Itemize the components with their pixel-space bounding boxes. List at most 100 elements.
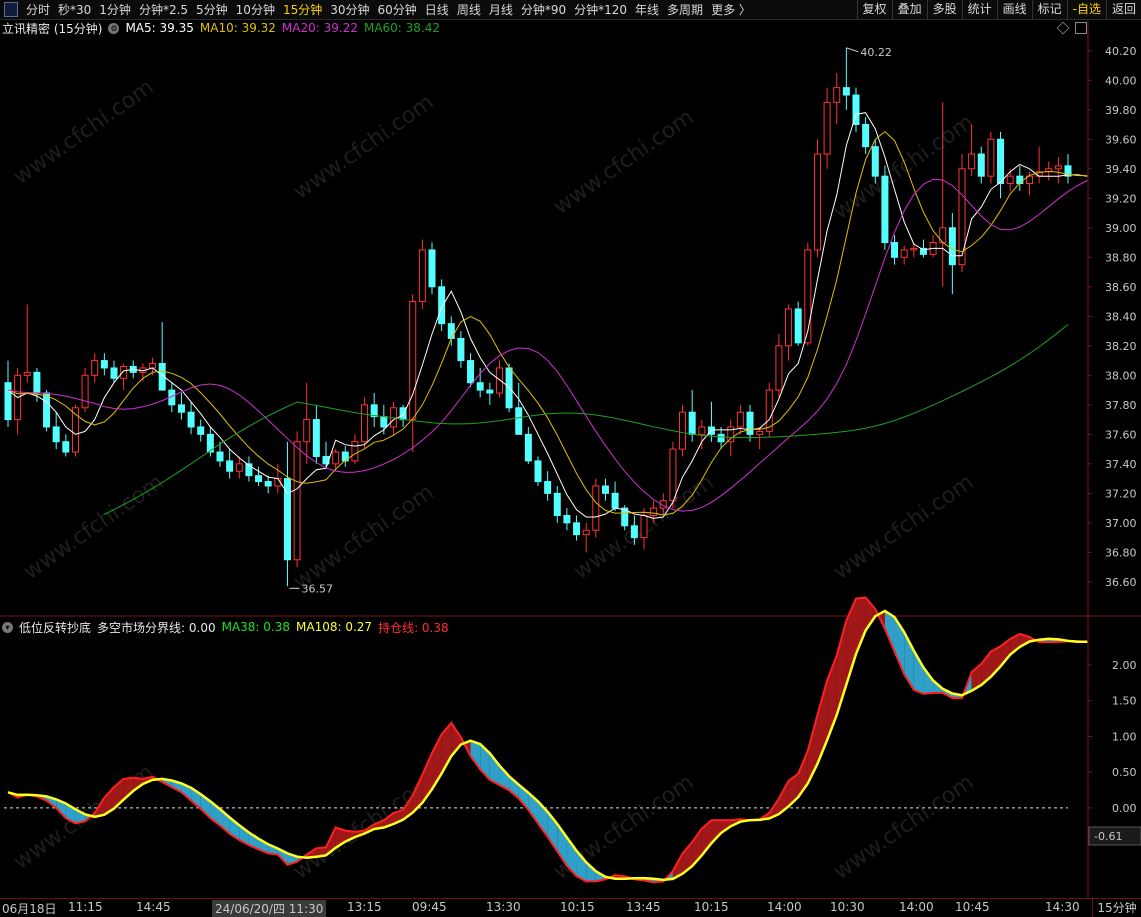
candle-up — [1006, 175, 1014, 185]
candle-up — [149, 363, 157, 369]
candle-down — [380, 416, 388, 428]
candle-up — [1054, 165, 1062, 170]
maximize-icon[interactable] — [1075, 22, 1087, 34]
candle-down — [573, 522, 581, 536]
candle-down — [438, 286, 446, 325]
price-label: 40.00 — [1105, 74, 1137, 87]
candle-down — [977, 153, 985, 177]
candle-up — [418, 249, 426, 303]
time-label: 10:30 — [830, 900, 865, 914]
candle-up — [91, 360, 99, 376]
hold-line — [7, 596, 1088, 884]
candle-down — [553, 492, 561, 516]
candle-up — [361, 404, 369, 443]
dk-line-value: 多空市场分界线: 0.00 — [97, 620, 216, 635]
candle-down — [62, 441, 70, 453]
price-label: 39.60 — [1105, 133, 1137, 146]
candle-up — [235, 463, 243, 472]
time-label: 09:45 — [412, 900, 447, 914]
price-label: 37.00 — [1105, 517, 1137, 530]
candle-down — [187, 411, 195, 428]
price-label: 37.60 — [1105, 428, 1137, 441]
candle-down — [255, 475, 263, 483]
candle-down — [997, 138, 1005, 185]
ma20-line — [7, 178, 1088, 512]
candle-down — [52, 426, 60, 443]
candle-down — [447, 323, 455, 339]
chevron-down-icon[interactable]: ▾ — [2, 621, 13, 633]
candle-up — [833, 87, 841, 103]
price-label: 38.80 — [1105, 251, 1137, 264]
candle-down — [524, 433, 532, 462]
candle-up — [698, 426, 706, 435]
candle-down — [226, 460, 234, 472]
candle-down — [100, 360, 108, 369]
candle-up — [785, 308, 793, 347]
stock-title[interactable]: 立讯精密 (15分钟) — [2, 20, 102, 37]
candle-down — [717, 433, 725, 443]
candle-down — [534, 460, 542, 483]
price-label: 36.60 — [1105, 576, 1137, 589]
price-label: 37.40 — [1105, 458, 1137, 471]
candle-up — [756, 430, 764, 435]
watermark: www.cfchi.com — [829, 770, 978, 885]
candle-down — [177, 404, 185, 413]
candle-up — [679, 411, 687, 450]
kline-chart[interactable]: 40.20 40.00 39.80 39.60 39.40 39.20 39.00 38.80… — [0, 0, 1141, 916]
indicator-label: 1.00 — [1112, 730, 1137, 743]
time-label: 06月18日 — [2, 902, 57, 916]
watermark: www.cfchi.com — [829, 470, 978, 585]
price-label: 38.60 — [1105, 281, 1137, 294]
ma10-line — [7, 130, 1088, 516]
indicator-blue-area — [470, 740, 481, 770]
candle-up — [813, 153, 821, 251]
price-label: 36.80 — [1105, 546, 1137, 559]
watermark: www.cfchi.com — [9, 75, 158, 190]
ma5-line — [7, 112, 1088, 519]
price-label: 39.40 — [1105, 163, 1137, 176]
candle-up — [987, 138, 995, 177]
time-label: 14:30 — [1045, 900, 1080, 914]
ma108-value: MA108: 0.27 — [296, 620, 373, 634]
price-label: 38.40 — [1105, 310, 1137, 323]
settings-circle-icon[interactable]: ⚙ — [108, 22, 120, 34]
candle-up — [775, 345, 783, 391]
candle-down — [563, 514, 571, 524]
price-label: 37.20 — [1105, 487, 1137, 500]
candle-down — [476, 382, 484, 391]
candle-up — [120, 365, 128, 379]
candle-up — [409, 301, 417, 421]
candle-down — [428, 249, 436, 288]
ma60-value: MA60: 38.42 — [363, 21, 441, 35]
ma38-value: MA38: 0.38 — [221, 620, 291, 634]
indicator-label: 0.00 — [1112, 802, 1137, 815]
high-arrow — [846, 47, 859, 53]
diamond-icon[interactable] — [1056, 21, 1070, 35]
candle-down — [842, 87, 850, 96]
candle-up — [582, 529, 590, 536]
price-label: 37.80 — [1105, 399, 1137, 412]
candle-down — [611, 492, 619, 509]
time-label: 13:15 — [347, 900, 382, 914]
ma20-value: MA20: 39.22 — [281, 21, 358, 35]
candle-down — [33, 371, 41, 394]
time-label: 10:45 — [955, 900, 990, 914]
candle-down — [794, 308, 802, 344]
time-label: 11:15 — [68, 900, 103, 914]
candle-up — [303, 419, 311, 443]
ma60-line — [104, 324, 1069, 515]
candle-up — [910, 247, 918, 251]
indicator-title[interactable]: 低位反转抄底 — [19, 619, 91, 636]
time-label: 14:00 — [899, 900, 934, 914]
time-label: 13:45 — [626, 900, 661, 914]
candle-up — [640, 514, 648, 539]
period-tag[interactable]: 15分钟 — [1092, 899, 1141, 917]
candle-down — [862, 124, 870, 148]
candle-down — [746, 411, 754, 435]
indicator-label: 2.00 — [1112, 659, 1137, 672]
indicator-label: 0.50 — [1112, 766, 1137, 779]
ma5-value: MA5: 39.35 — [125, 21, 194, 35]
watermark: www.cfchi.com — [19, 470, 168, 585]
price-label: 39.20 — [1105, 192, 1137, 205]
price-label: 38.00 — [1105, 369, 1137, 382]
